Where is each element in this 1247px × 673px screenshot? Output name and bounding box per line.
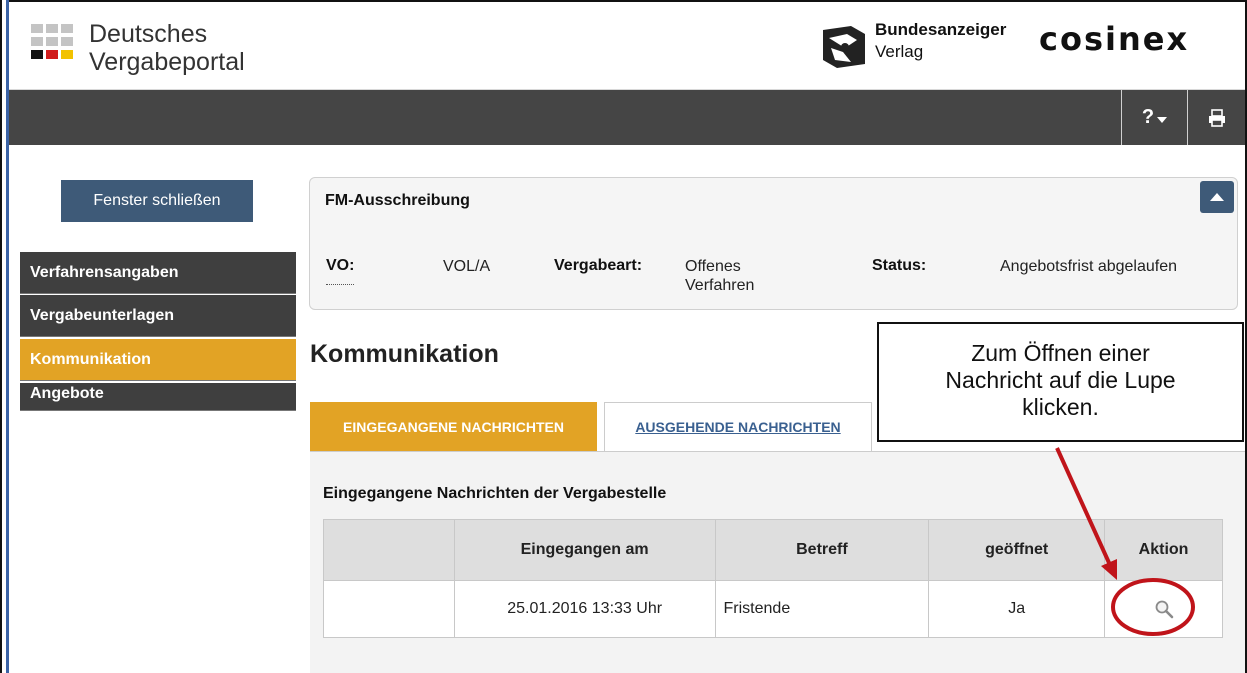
- status-label: Status:: [872, 257, 927, 274]
- tab-eingegangene-nachrichten[interactable]: EINGEGANGENE NACHRICHTEN: [310, 402, 597, 451]
- procedure-title: FM-Ausschreibung: [325, 192, 470, 209]
- callout-line3: klicken.: [1022, 394, 1099, 420]
- table-cell-opened: Ja: [928, 580, 1106, 638]
- column-header-betreff[interactable]: Betreff: [714, 519, 930, 581]
- vergabeart-value-line2: Verfahren: [685, 277, 755, 294]
- publisher-sub: Verlag: [875, 42, 924, 61]
- sidebar-item-verfahrensangaben[interactable]: Verfahrensangaben: [20, 252, 296, 294]
- sidebar-item-angebote[interactable]: Angebote: [20, 383, 296, 411]
- cosinex-logo: cosinex: [1039, 20, 1190, 58]
- logo-line1: Deutsches: [89, 20, 208, 48]
- vergabeart-label: Vergabeart:: [554, 257, 643, 274]
- callout-line2: Nachricht auf die Lupe: [945, 367, 1176, 393]
- table-row: 25.01.2016 13:33 Uhr Fristende Ja: [323, 580, 1223, 638]
- column-header-geoeffnet[interactable]: geöffnet: [928, 519, 1106, 581]
- help-label: ?: [1141, 106, 1155, 128]
- close-window-button[interactable]: Fenster schließen: [61, 180, 253, 222]
- vo-label-underline: [326, 284, 354, 285]
- callout-line1: Zum Öffnen einer: [971, 340, 1150, 366]
- collapse-panel-button[interactable]: [1200, 181, 1234, 213]
- column-header-blank: [323, 519, 455, 581]
- caret-down-icon: [1157, 116, 1168, 123]
- help-button[interactable]: ?: [1121, 90, 1187, 145]
- sidebar-item-vergabeunterlagen[interactable]: Vergabeunterlagen: [20, 295, 296, 337]
- vergabeart-value-line1: Offenes: [685, 258, 741, 275]
- column-header-eingegangen[interactable]: Eingegangen am: [453, 519, 716, 581]
- site-header: Deutsches Vergabeportal Bundesanzeiger V…: [9, 2, 1245, 90]
- page-title: Kommunikation: [310, 340, 499, 368]
- bundesanzeiger-logo-icon: [823, 26, 865, 68]
- messages-panel-title: Eingegangene Nachrichten der Vergabestel…: [323, 485, 667, 502]
- table-cell-received: 25.01.2016 13:33 Uhr: [453, 580, 716, 638]
- table-header-row: Eingegangen am Betreff geöffnet Aktion: [323, 519, 1223, 581]
- chevron-up-icon: [1210, 193, 1224, 201]
- annotation-callout: Zum Öffnen einer Nachricht auf die Lupe …: [877, 322, 1244, 442]
- vergabeportal-logo-icon: [31, 24, 83, 76]
- magnifier-icon[interactable]: [1154, 599, 1174, 619]
- status-value: Angebotsfrist abgelaufen: [1000, 258, 1178, 275]
- procedure-info-panel: FM-Ausschreibung VO: VOL/A Vergabeart: O…: [309, 177, 1238, 310]
- table-cell-action: [1104, 580, 1223, 638]
- publisher-name: Bundesanzeiger: [875, 20, 1007, 39]
- vergabeart-value: Offenes Verfahren: [685, 257, 754, 295]
- vo-label[interactable]: VO:: [326, 257, 354, 275]
- messages-table: Eingegangen am Betreff geöffnet Aktion 2…: [323, 519, 1223, 638]
- sidebar-item-kommunikation[interactable]: Kommunikation: [20, 339, 296, 381]
- table-cell-subject: Fristende: [714, 580, 930, 638]
- table-cell-blank: [323, 580, 455, 638]
- column-header-aktion: Aktion: [1104, 519, 1223, 581]
- print-button[interactable]: [1187, 90, 1245, 145]
- portal-logo-text[interactable]: Deutsches Vergabeportal: [89, 20, 245, 76]
- logo-line2: Vergabeportal: [89, 48, 245, 76]
- window-left-edge: [2, 0, 9, 673]
- printer-icon: [1208, 108, 1225, 127]
- vo-value: VOL/A: [443, 258, 491, 275]
- top-toolbar: ?: [9, 90, 1245, 145]
- tab-ausgehende-nachrichten[interactable]: AUSGEHENDE NACHRICHTEN: [604, 402, 872, 451]
